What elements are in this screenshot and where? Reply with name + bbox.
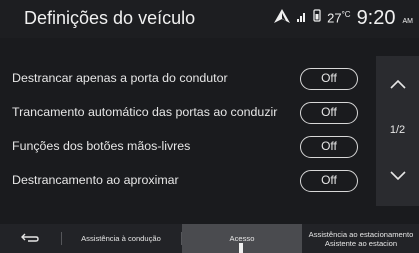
setting-row-handsfree-buttons[interactable]: Funções dos botões mãos-livres Off [0,130,373,164]
tab-parking-assistance[interactable]: Assistência ao estacionamento Asistente … [303,224,419,253]
temperature-value: 27 [327,10,342,26]
tab-driving-assistance[interactable]: Assistência à condução [62,224,180,253]
active-tab-marker [239,243,243,253]
chevron-up-icon [389,77,407,95]
toggle-button[interactable]: Off [300,136,358,158]
setting-row-auto-lock-driving[interactable]: Trancamento automático das portas ao con… [0,96,373,130]
back-arrow-icon [20,232,40,246]
tab-label-line-1: Assistência ao estacionamento [308,229,414,239]
setting-label: Funções dos botões mãos-livres [12,139,191,153]
status-area: 27°C 9:20 AM [273,6,413,30]
signal-icon [297,9,307,27]
temperature-display: 27°C [327,10,350,25]
clock-ampm: AM [402,18,414,25]
navigation-arrow-icon [273,8,291,29]
setting-row-approach-unlock[interactable]: Destrancamento ao aproximar Off [0,164,373,198]
toggle-button[interactable]: Off [300,68,358,90]
setting-label: Destrancar apenas a porta do condutor [12,71,228,85]
scroll-up-button[interactable] [376,66,419,106]
setting-row-driver-door-unlock[interactable]: Destrancar apenas a porta do condutor Of… [0,62,373,96]
header-bar: Definições do veículo 27°C 9:20 AM [0,0,419,38]
back-button[interactable] [0,224,60,253]
temperature-unit: °C [341,10,351,20]
chevron-down-icon [389,169,407,187]
phone-battery-icon [313,9,321,27]
tab-label-line-2: Asistente ao estacion [324,238,398,248]
page-indicator: 1/2 [389,124,406,136]
toggle-button[interactable]: Off [300,170,358,192]
page-title: Definições do veículo [24,8,196,28]
bottom-tab-bar: Assistência à condução Acesso Assistênci… [0,224,419,253]
scroll-panel: 1/2 [376,56,419,206]
vehicle-settings-screen: Definições do veículo 27°C 9:20 AM Destr… [0,0,419,253]
setting-label: Trancamento automático das portas ao con… [12,105,278,119]
toggle-button[interactable]: Off [300,102,358,124]
setting-label: Destrancamento ao aproximar [12,173,179,187]
clock-time: 9:20 [356,6,396,29]
scroll-down-button[interactable] [376,158,419,198]
